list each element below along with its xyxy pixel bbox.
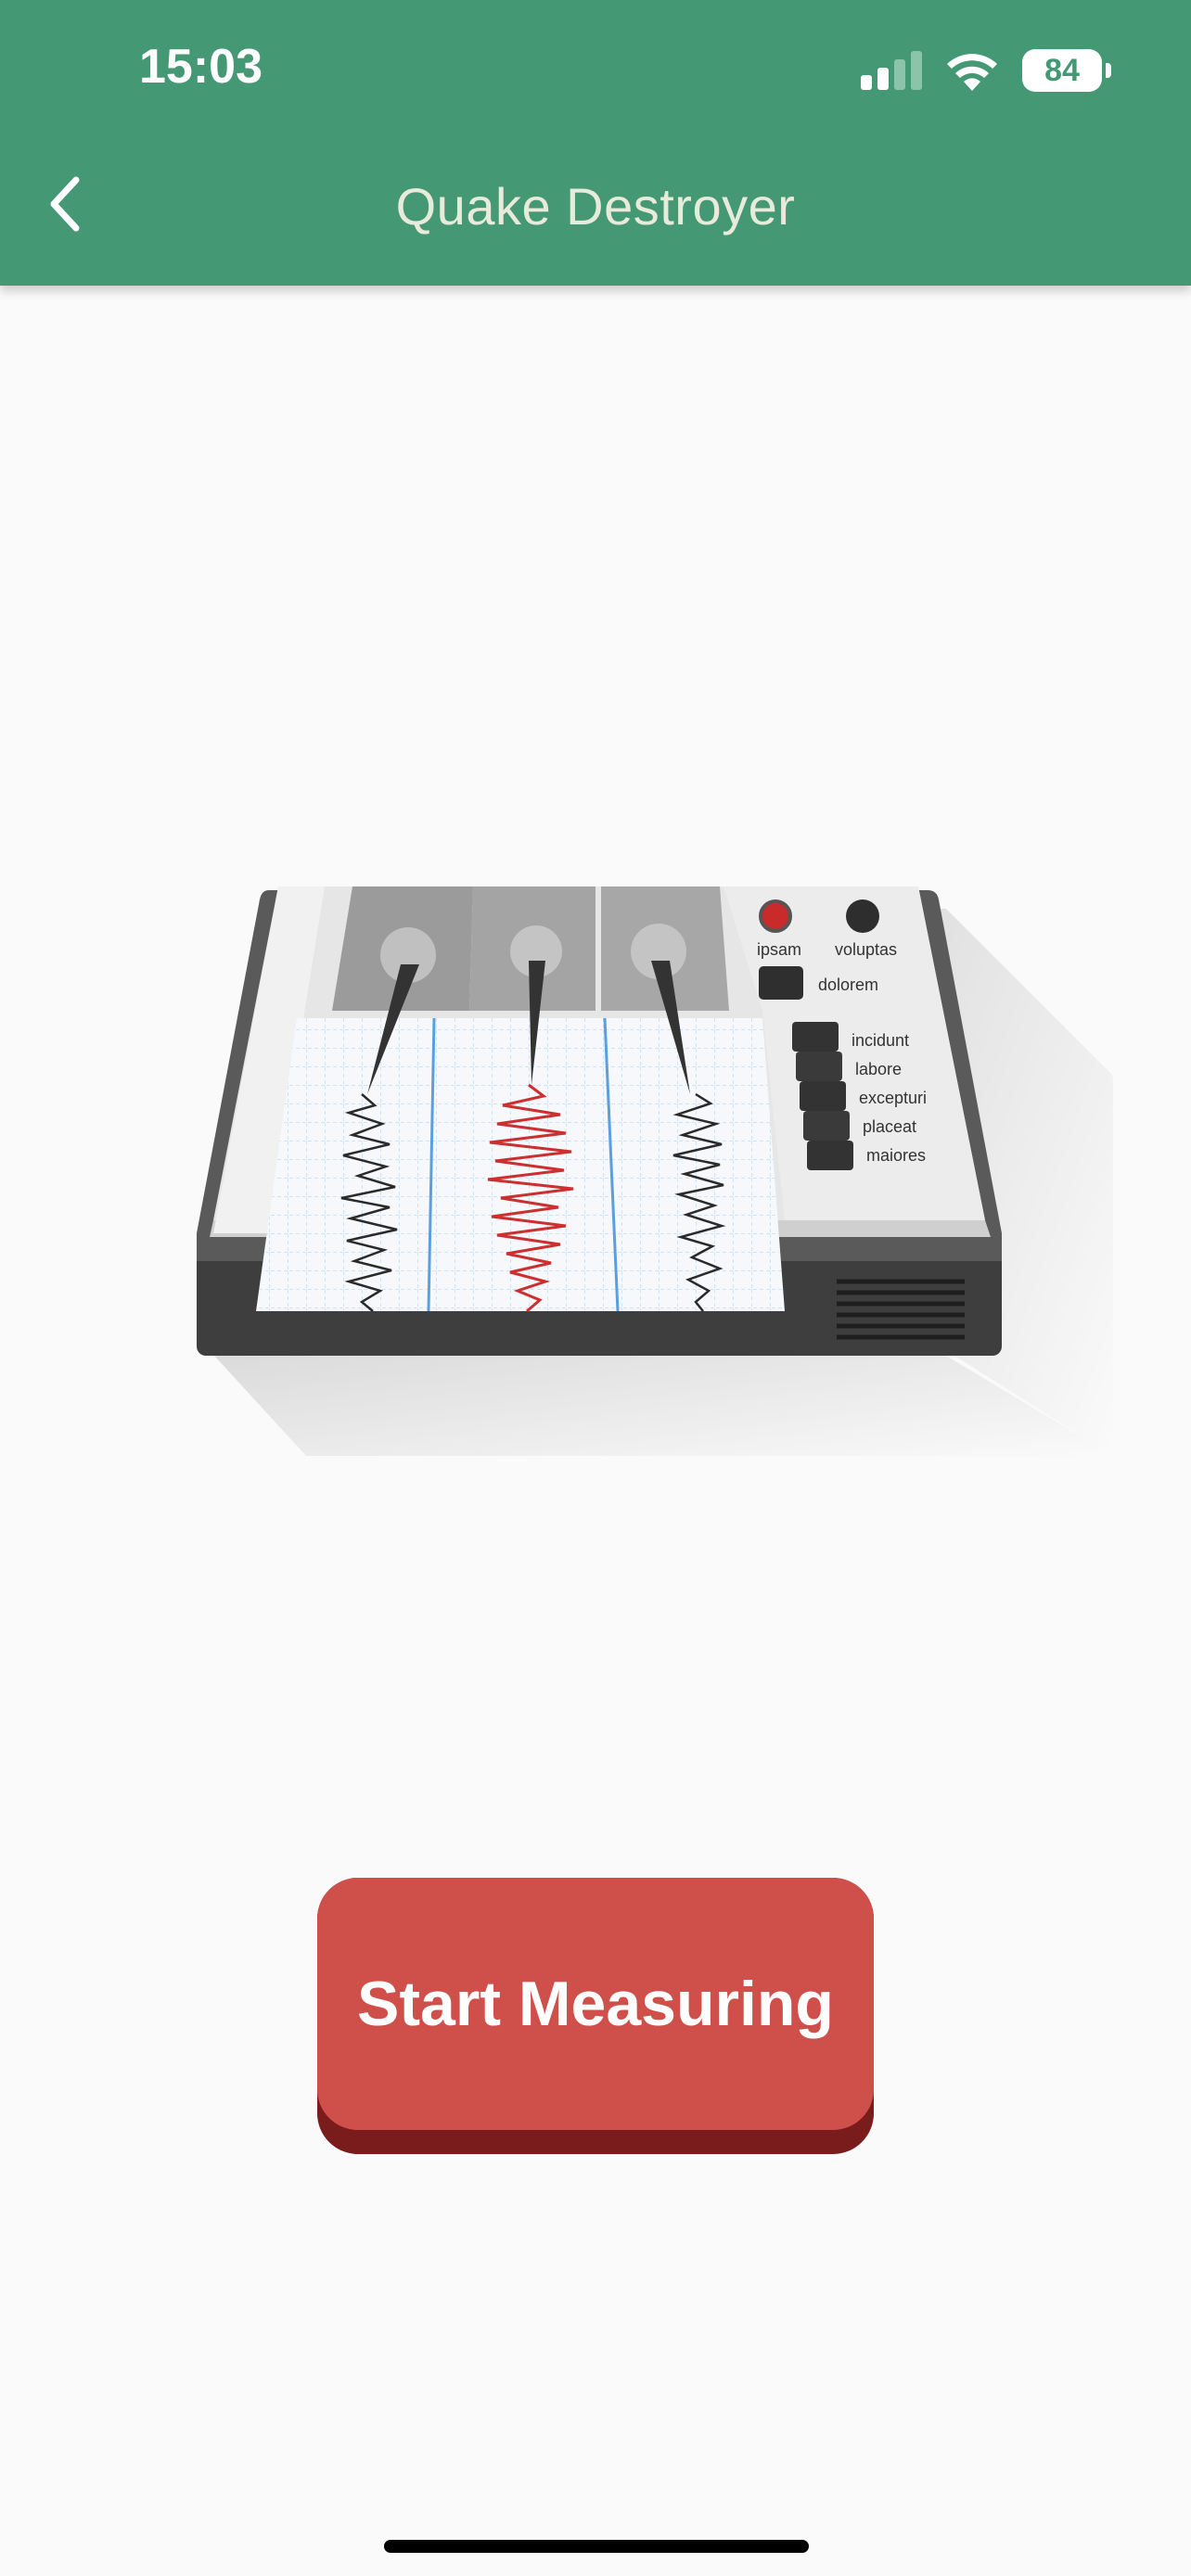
app-screen: 15:03 84 Quake Destroyer ipsam voluptas … <box>0 0 1191 2576</box>
label-voluptas: voluptas <box>835 940 897 959</box>
label-ipsam: ipsam <box>757 940 801 959</box>
label-excepturi: excepturi <box>859 1089 927 1107</box>
battery-icon: 84 <box>1022 49 1111 92</box>
label-labore: labore <box>855 1060 902 1078</box>
status-icons: 84 <box>859 45 1111 96</box>
start-measuring-button-face[interactable]: Start Measuring <box>317 1878 874 2130</box>
start-measuring-button[interactable]: Start Measuring <box>317 1878 874 2154</box>
battery-level: 84 <box>1044 52 1080 88</box>
cellular-signal-icon <box>861 51 922 90</box>
label-dolorem: dolorem <box>818 976 878 994</box>
page-title: Quake Destroyer <box>395 177 796 236</box>
label-maiores: maiores <box>866 1146 926 1165</box>
label-placeat: placeat <box>863 1117 916 1136</box>
app-bar: 15:03 84 Quake Destroyer <box>0 0 1191 286</box>
label-incidunt: incidunt <box>852 1031 909 1050</box>
home-indicator <box>384 2540 809 2553</box>
wifi-icon <box>947 54 997 91</box>
start-measuring-label: Start Measuring <box>357 1969 834 2039</box>
status-time: 15:03 <box>139 40 263 94</box>
seismograph-illustration: ipsam voluptas dolorem incidunt labore e… <box>197 886 1113 1456</box>
